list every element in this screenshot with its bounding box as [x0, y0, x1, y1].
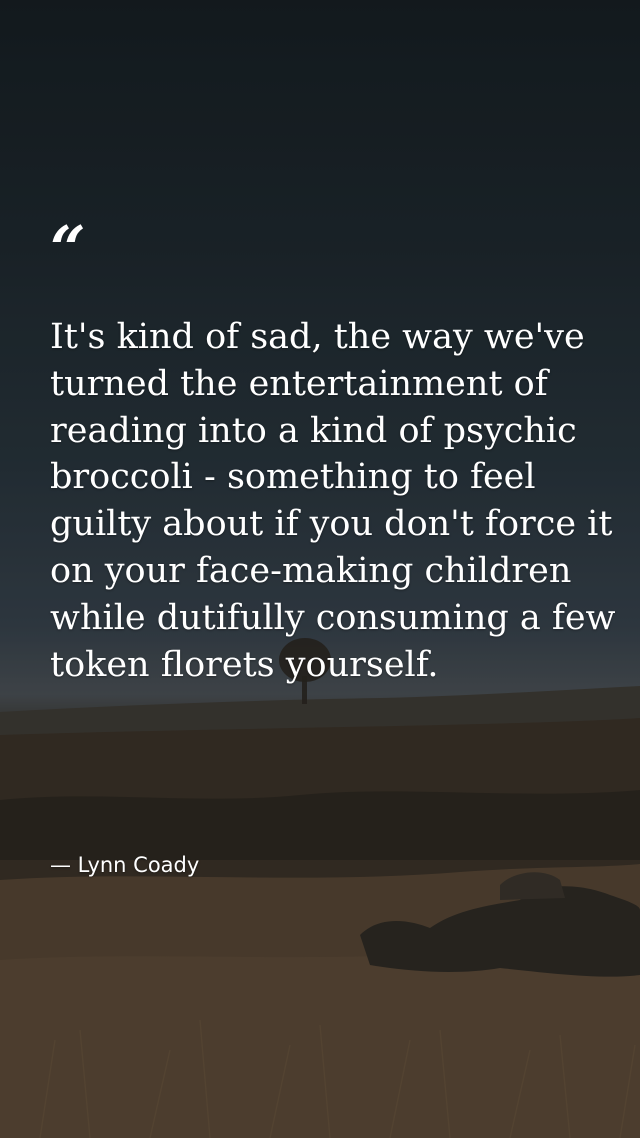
quote-card: “ It's kind of sad, the way we've turned…: [0, 0, 640, 1138]
quote-text: It's kind of sad, the way we've turned t…: [50, 317, 616, 685]
quote-mark-icon: “: [50, 212, 86, 285]
quote-author: — Lynn Coady: [50, 853, 200, 877]
